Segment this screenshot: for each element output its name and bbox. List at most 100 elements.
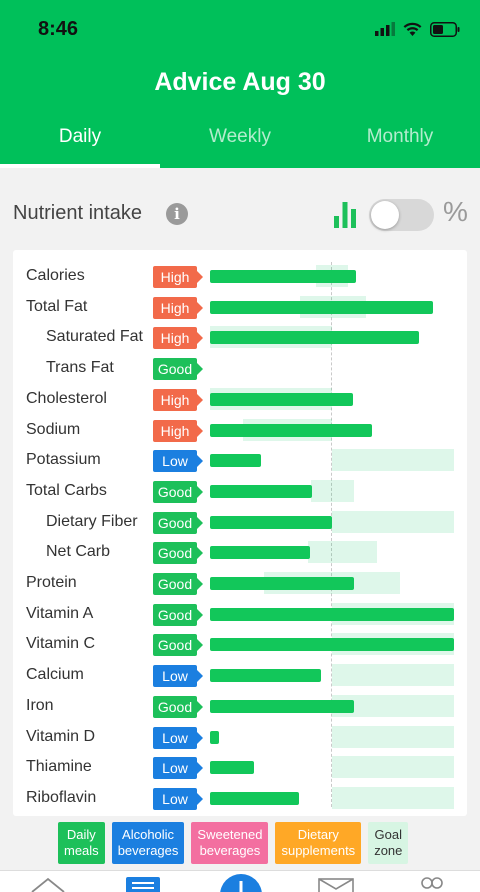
goal-zone bbox=[332, 449, 454, 472]
legend-item: Dietary supplements bbox=[275, 822, 362, 864]
nutrient-label: Cholesterol bbox=[26, 389, 107, 407]
bar-chart-icon[interactable] bbox=[333, 198, 357, 228]
legend-line-1: Daily bbox=[66, 827, 96, 842]
nutrient-row[interactable]: Riboflavin Low bbox=[13, 784, 467, 814]
status-badge: Good bbox=[153, 480, 203, 503]
legend-line-2: beverages bbox=[117, 843, 179, 858]
nutrient-label: Trans Fat bbox=[46, 359, 114, 377]
nutrient-label: Saturated Fat bbox=[46, 328, 143, 346]
legend-line-1: Alcoholic bbox=[122, 827, 175, 842]
nutrient-row[interactable]: Cholesterol High bbox=[13, 385, 467, 415]
legend-line-1: Goal bbox=[374, 827, 403, 842]
intake-bar bbox=[210, 515, 332, 529]
legend-line-1: Sweetened bbox=[197, 827, 263, 842]
nutrient-label: Riboflavin bbox=[26, 788, 97, 806]
nutrient-row[interactable]: Vitamin C Good bbox=[13, 630, 467, 660]
app-header: 8:46 Advice Aug 30 Daily Weekly Monthly bbox=[0, 0, 480, 168]
intake-bar bbox=[210, 791, 300, 805]
intake-bar bbox=[210, 699, 354, 713]
nutrient-label: Vitamin D bbox=[26, 727, 96, 745]
nutrient-row[interactable]: Iron Good bbox=[13, 692, 467, 722]
legend-line-2: supplements bbox=[281, 843, 356, 858]
goal-zone bbox=[332, 786, 454, 809]
add-icon[interactable] bbox=[219, 873, 263, 892]
nutrient-label: Total Carbs bbox=[26, 481, 107, 499]
nutrient-row[interactable]: Total Fat High bbox=[13, 293, 467, 323]
tab-monthly[interactable]: Monthly bbox=[320, 126, 480, 168]
status-badge: Good bbox=[153, 573, 203, 595]
nutrient-row[interactable]: Dietary Fiber Good bbox=[13, 508, 467, 538]
status-badge: High bbox=[153, 388, 203, 411]
intake-bar bbox=[210, 669, 322, 683]
intake-bar bbox=[210, 484, 313, 498]
intake-bar bbox=[210, 300, 434, 314]
intake-bar bbox=[210, 730, 219, 744]
nutrient-label: Calories bbox=[26, 267, 85, 284]
page-title: Advice Aug 30 bbox=[154, 68, 326, 96]
status-badge: High bbox=[153, 266, 203, 288]
tab-daily[interactable]: Daily bbox=[0, 126, 160, 168]
nutrient-label: Sodium bbox=[26, 420, 81, 438]
nutrient-label: Protein bbox=[26, 574, 77, 591]
nutrient-row[interactable]: Thiamine Low bbox=[13, 753, 467, 783]
nutrient-label: Calcium bbox=[26, 666, 84, 684]
status-time: 8:46 bbox=[38, 18, 79, 40]
nutrient-row[interactable]: Protein Good bbox=[13, 569, 467, 599]
status-badge: Low bbox=[153, 450, 203, 473]
nutrient-chart-card: Calories High Total Fat High Saturated Fat Hi… bbox=[13, 250, 467, 816]
legend-item: Sweetened beverages bbox=[191, 822, 269, 864]
status-badge: High bbox=[153, 327, 203, 350]
nutrient-row[interactable]: Calories High bbox=[13, 262, 467, 292]
intake-bar bbox=[210, 577, 354, 590]
period-tabs: Daily Weekly Monthly bbox=[0, 126, 480, 168]
nutrient-label: Potassium bbox=[26, 451, 101, 469]
people-icon[interactable] bbox=[416, 875, 448, 892]
nutrient-row[interactable]: Trans Fat Good bbox=[13, 354, 467, 384]
tab-weekly[interactable]: Weekly bbox=[160, 126, 320, 168]
nutrient-label: Total Fat bbox=[26, 297, 88, 315]
legend-line-2: zone bbox=[374, 843, 403, 858]
percent-toggle[interactable] bbox=[369, 199, 434, 231]
nutrient-label: Net Carb bbox=[46, 543, 111, 561]
nutrient-label: Vitamin A bbox=[26, 604, 94, 622]
status-badge: Good bbox=[153, 358, 203, 381]
nutrient-row[interactable]: Net Carb Good bbox=[13, 538, 467, 568]
nutrient-row[interactable]: Vitamin D Low bbox=[13, 723, 467, 753]
status-badge: High bbox=[153, 296, 203, 319]
nutrient-row[interactable]: Saturated Fat High bbox=[13, 323, 467, 353]
nutrient-label: Iron bbox=[26, 696, 54, 714]
nutrient-intake-header: Nutrient intake i % bbox=[13, 196, 473, 232]
status-badge: Low bbox=[153, 757, 203, 780]
nutrient-row[interactable]: Calcium Low bbox=[13, 661, 467, 691]
nutrient-row[interactable]: Potassium Low bbox=[13, 446, 467, 476]
intake-bar bbox=[210, 546, 311, 560]
legend-line-2: meals bbox=[64, 843, 99, 858]
status-badge: Low bbox=[153, 787, 203, 810]
legend-item: Daily meals bbox=[58, 822, 105, 864]
info-icon[interactable]: i bbox=[166, 203, 188, 225]
intake-bar bbox=[210, 270, 357, 283]
legend-line-1: Dietary bbox=[297, 827, 339, 842]
list-icon[interactable] bbox=[126, 875, 160, 892]
legend-item: Goal zone bbox=[368, 822, 409, 864]
status-badge: Low bbox=[153, 726, 203, 749]
goal-zone bbox=[332, 756, 454, 779]
status-badge: Good bbox=[153, 511, 203, 534]
nutrient-row[interactable]: Sodium High bbox=[13, 416, 467, 446]
goal-zone bbox=[307, 541, 378, 564]
intake-bar bbox=[210, 607, 454, 621]
intake-bar bbox=[210, 638, 454, 652]
intake-bar bbox=[210, 423, 373, 437]
goal-zone bbox=[332, 725, 454, 748]
home-icon[interactable] bbox=[30, 875, 66, 892]
status-badge: Good bbox=[153, 695, 203, 718]
mail-icon[interactable] bbox=[318, 875, 354, 892]
goal-zone bbox=[332, 510, 454, 533]
status-bar: 8:46 bbox=[0, 0, 480, 54]
status-badge: High bbox=[153, 419, 203, 442]
nutrient-row[interactable]: Total Carbs Good bbox=[13, 477, 467, 507]
nutrient-row[interactable]: Vitamin A Good bbox=[13, 600, 467, 630]
status-badge: Good bbox=[153, 634, 203, 657]
percent-icon[interactable]: % bbox=[443, 196, 468, 228]
status-badge: Good bbox=[153, 542, 203, 565]
